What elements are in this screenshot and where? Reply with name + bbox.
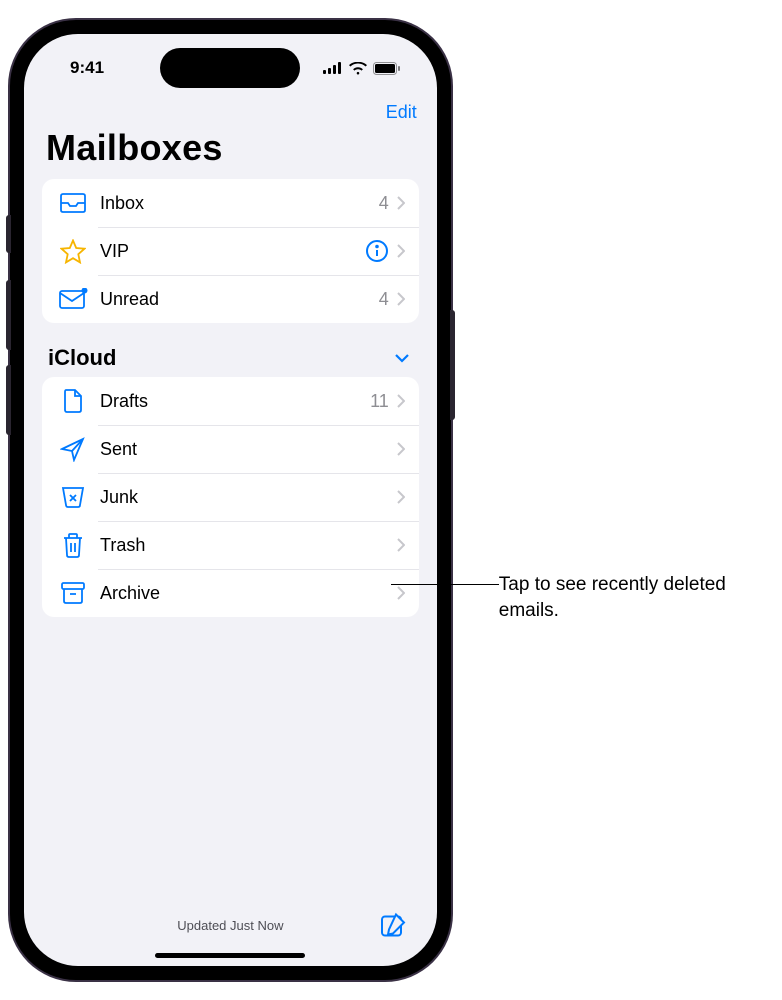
chevron-right-icon — [397, 442, 405, 456]
icloud-mailboxes-section: Drafts 11 Sent Junk — [42, 377, 419, 617]
chevron-right-icon — [397, 538, 405, 552]
mailbox-junk[interactable]: Junk — [42, 473, 419, 521]
mailbox-label: Unread — [100, 289, 379, 310]
account-header[interactable]: iCloud — [24, 345, 437, 377]
chevron-right-icon — [397, 490, 405, 504]
star-icon — [58, 236, 88, 266]
mailbox-vip[interactable]: VIP — [42, 227, 419, 275]
paperplane-icon — [58, 434, 88, 464]
status-icons — [323, 62, 401, 75]
mailbox-inbox[interactable]: Inbox 4 — [42, 179, 419, 227]
chevron-right-icon — [397, 244, 405, 258]
mailbox-label: Inbox — [100, 193, 379, 214]
screen: 9:41 Edit Mailboxes — [24, 34, 437, 966]
wifi-icon — [349, 62, 367, 75]
info-icon[interactable] — [365, 239, 389, 263]
chevron-right-icon — [397, 292, 405, 306]
mailbox-label: VIP — [100, 241, 365, 262]
mailbox-trash[interactable]: Trash — [42, 521, 419, 569]
nav-bar: Edit — [24, 96, 437, 125]
edit-button[interactable]: Edit — [386, 102, 417, 123]
junk-icon — [58, 482, 88, 512]
chevron-down-icon — [395, 354, 409, 363]
home-indicator — [155, 953, 305, 958]
trash-icon — [58, 530, 88, 560]
callout-text: Tap to see recently deleted emails. — [499, 574, 726, 621]
account-name: iCloud — [48, 345, 116, 371]
chevron-right-icon — [397, 586, 405, 600]
mailbox-count: 4 — [379, 289, 389, 310]
chevron-right-icon — [397, 196, 405, 210]
compose-icon — [379, 912, 407, 939]
phone-frame: 9:41 Edit Mailboxes — [10, 20, 451, 980]
mailbox-label: Sent — [100, 439, 397, 460]
callout-leader-line — [391, 584, 499, 585]
mailbox-label: Trash — [100, 535, 397, 556]
mailbox-label: Archive — [100, 583, 397, 604]
chevron-right-icon — [397, 394, 405, 408]
power-button — [450, 310, 455, 420]
document-icon — [58, 386, 88, 416]
mailbox-label: Junk — [100, 487, 397, 508]
volume-up-button — [6, 280, 11, 350]
callout: Tap to see recently deleted emails. — [499, 572, 772, 623]
cellular-icon — [323, 62, 343, 74]
compose-button[interactable] — [379, 912, 407, 939]
mailbox-sent[interactable]: Sent — [42, 425, 419, 473]
mailbox-drafts[interactable]: Drafts 11 — [42, 377, 419, 425]
archive-icon — [58, 578, 88, 608]
dynamic-island — [160, 48, 300, 88]
status-time: 9:41 — [70, 58, 104, 78]
side-button — [6, 215, 11, 253]
unread-icon — [58, 284, 88, 314]
toolbar: Updated Just Now — [24, 897, 437, 953]
inbox-icon — [58, 188, 88, 218]
mailbox-count: 4 — [379, 193, 389, 214]
mailbox-unread[interactable]: Unread 4 — [42, 275, 419, 323]
volume-down-button — [6, 365, 11, 435]
battery-icon — [373, 62, 401, 75]
updated-status: Updated Just Now — [177, 918, 283, 933]
smart-mailboxes-section: Inbox 4 VIP — [42, 179, 419, 323]
mailbox-label: Drafts — [100, 391, 370, 412]
mailbox-count: 11 — [370, 391, 389, 412]
page-title: Mailboxes — [24, 125, 437, 179]
mailbox-archive[interactable]: Archive — [42, 569, 419, 617]
